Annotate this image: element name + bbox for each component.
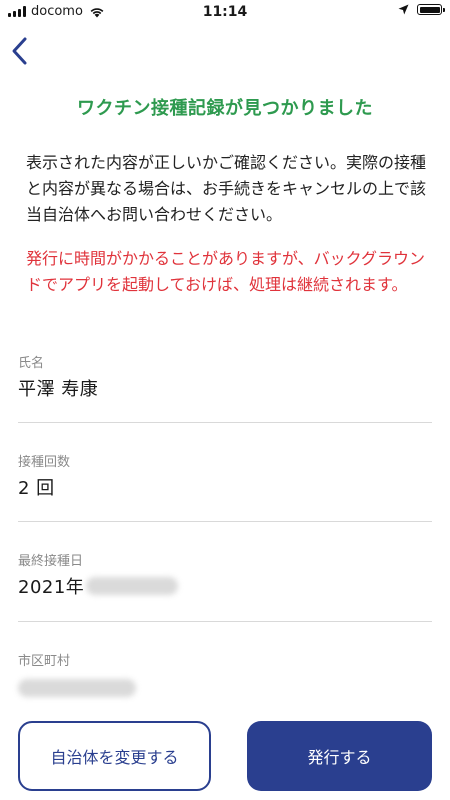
municipality-label: 市区町村 (18, 654, 71, 669)
redacted-date (86, 577, 179, 595)
name-label: 氏名 (18, 356, 45, 371)
divider (18, 521, 432, 522)
last-date-row: 2021年 (18, 573, 432, 599)
confirmation-description: 表示された内容が正しいかご確認ください。実際の接種と内容が異なる場合は、お手続き… (26, 153, 427, 224)
dose-count-field: 接種回数 2 回 (18, 451, 432, 500)
last-date-label: 最終接種日 (18, 554, 84, 569)
municipality-field: 市区町村 (18, 650, 432, 697)
last-date-field: 最終接種日 2021年 (18, 550, 432, 599)
status-right (398, 4, 445, 15)
back-button[interactable] (8, 34, 32, 68)
page-title: ワクチン接種記録が見つかりました (77, 98, 373, 119)
dose-count-label: 接種回数 (18, 455, 71, 470)
battery-icon (417, 4, 445, 15)
municipality-row (18, 673, 432, 697)
chevron-left-icon (12, 37, 27, 65)
status-bar: docomo 11:14 (0, 0, 450, 24)
change-municipality-button[interactable]: 自治体を変更する (18, 721, 211, 791)
issue-button[interactable]: 発行する (247, 721, 432, 791)
background-warning: 発行に時間がかかることがありますが、バックグラウンドでアプリを起動しておけば、処… (26, 249, 426, 294)
name-value: 平澤 寿康 (18, 379, 99, 400)
divider (18, 422, 432, 423)
name-field: 氏名 平澤 寿康 (18, 352, 432, 401)
status-time: 11:14 (202, 4, 248, 20)
divider (18, 621, 432, 622)
location-arrow-icon (398, 4, 409, 15)
dose-count-value: 2 回 (18, 478, 55, 499)
redacted-municipality (18, 679, 136, 697)
last-date-value: 2021年 (18, 577, 85, 598)
